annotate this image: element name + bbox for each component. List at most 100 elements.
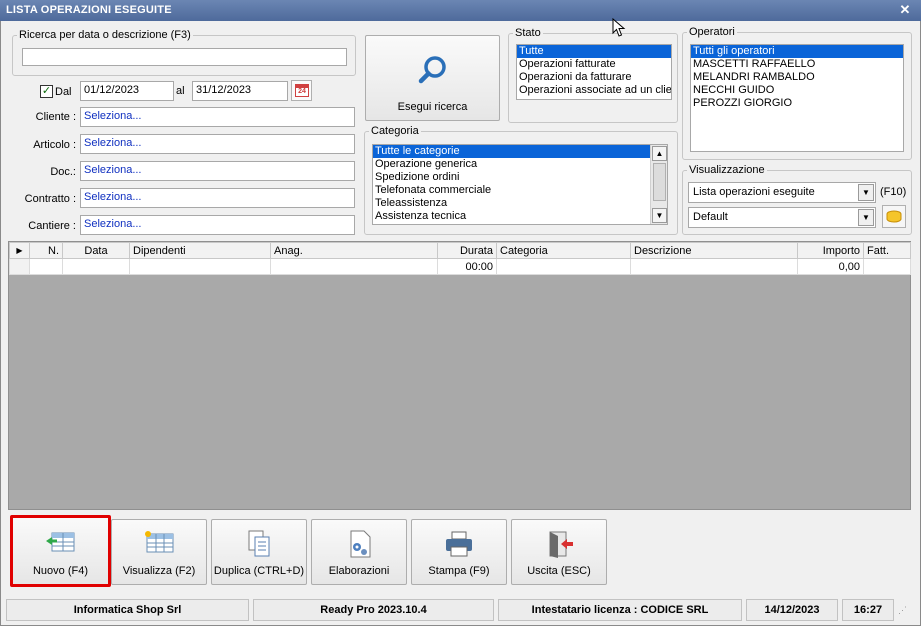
operations-grid[interactable]: ▶ N. Data Dipendenti Anag. Durata Catego… — [8, 241, 911, 510]
scroll-down-icon[interactable]: ▼ — [652, 208, 667, 223]
cell[interactable] — [62, 258, 130, 275]
dal-label: Dal — [55, 86, 72, 98]
cell[interactable] — [863, 258, 911, 275]
table-row[interactable]: 00:00 0,00 — [9, 258, 911, 275]
stato-list[interactable]: Tutte Operazioni fatturate Operazioni da… — [516, 44, 672, 100]
operatori-label: Operatori — [689, 26, 735, 38]
column-header[interactable]: Data — [62, 242, 130, 259]
status-company: Informatica Shop Srl — [6, 599, 249, 621]
operatori-item[interactable]: NECCHI GUIDO — [691, 84, 903, 97]
stato-item[interactable]: Operazioni fatturate — [517, 58, 671, 71]
cell[interactable] — [129, 258, 271, 275]
categoria-scrollbar[interactable]: ▲ ▼ — [650, 145, 667, 224]
filter-label-contratto: Contratto : — [24, 193, 76, 205]
calendar-icon: 24 — [295, 84, 309, 97]
magnifier-icon — [418, 56, 446, 84]
filter-label-cliente: Cliente : — [35, 111, 76, 123]
dal-checkbox[interactable]: ✓ — [40, 85, 53, 98]
layout-select-value: Default — [693, 211, 728, 223]
layout-select[interactable]: Default ▼ — [688, 207, 876, 228]
filter-label-articolo: Articolo : — [33, 139, 76, 151]
view-select-value: Lista operazioni eseguite — [693, 186, 815, 198]
status-bar: Informatica Shop Srl Ready Pro 2023.10.4… — [6, 599, 915, 621]
cell[interactable]: 0,00 — [797, 258, 864, 275]
column-header[interactable]: Dipendenti — [129, 242, 271, 259]
cell[interactable] — [29, 258, 63, 275]
categoria-item[interactable]: Assistenza tecnica — [373, 210, 667, 223]
scroll-up-icon[interactable]: ▲ — [652, 146, 667, 161]
column-header[interactable]: Fatt. — [863, 242, 911, 259]
articolo-field[interactable]: Seleziona... — [80, 134, 355, 154]
calendar-icon-day: 24 — [298, 88, 306, 95]
operatori-item[interactable]: PEROZZI GIORGIO — [691, 97, 903, 110]
cell[interactable] — [630, 258, 798, 275]
contratto-field[interactable]: Seleziona... — [80, 188, 355, 208]
scroll-thumb[interactable] — [653, 163, 666, 201]
operatori-item[interactable]: MASCETTI RAFFAELLO — [691, 58, 903, 71]
search-group-label: Ricerca per data o descrizione (F3) — [19, 29, 191, 41]
cliente-field[interactable]: Seleziona... — [80, 107, 355, 127]
duplicate-button[interactable]: Duplica (CTRL+D) — [211, 519, 307, 585]
cell[interactable] — [270, 258, 438, 275]
categoria-label: Categoria — [371, 125, 419, 137]
categoria-item[interactable]: Spedizione ordini — [373, 171, 667, 184]
row-indicator-icon: ▶ — [9, 242, 30, 259]
execute-search-button[interactable]: Esegui ricerca — [365, 35, 500, 121]
cell[interactable] — [496, 258, 631, 275]
view-shortcut: (F10) — [880, 186, 907, 198]
chevron-down-icon[interactable]: ▼ — [858, 209, 874, 226]
chevron-down-icon[interactable]: ▼ — [858, 184, 874, 201]
status-version: Ready Pro 2023.10.4 — [253, 599, 494, 621]
database-icon — [886, 210, 902, 223]
date-from-field[interactable]: 01/12/2023 — [80, 81, 174, 101]
close-icon[interactable]: ✕ — [897, 2, 913, 18]
categoria-item[interactable]: Tutte le categorie — [373, 145, 650, 158]
print-button[interactable]: Stampa (F9) — [411, 519, 507, 585]
date-to-field[interactable]: 31/12/2023 — [192, 81, 288, 101]
view-button[interactable]: Visualizza (F2) — [111, 519, 207, 585]
view-icon — [145, 531, 174, 553]
execute-search-label: Esegui ricerca — [397, 101, 468, 113]
cell[interactable]: 00:00 — [437, 258, 497, 275]
stato-item[interactable]: Operazioni associate ad un clien — [517, 84, 671, 97]
categoria-list[interactable]: Tutte le categorie Operazione generica S… — [372, 144, 668, 225]
title-bar: LISTA OPERAZIONI ESEGUITE ✕ — [0, 0, 921, 21]
stato-item[interactable]: Tutte — [517, 45, 671, 58]
exit-label: Uscita (ESC) — [527, 565, 591, 577]
al-label: al — [176, 85, 185, 97]
filter-label-cantiere: Cantiere : — [28, 220, 76, 232]
categoria-item[interactable]: Telefonata commerciale — [373, 184, 667, 197]
status-license: Intestatario licenza : CODICE SRL — [498, 599, 742, 621]
column-header[interactable]: Anag. — [270, 242, 438, 259]
categoria-item[interactable]: Operazione generica — [373, 158, 667, 171]
view-select[interactable]: Lista operazioni eseguite ▼ — [688, 182, 876, 203]
operatori-item[interactable]: Tutti gli operatori — [691, 45, 903, 58]
new-button[interactable]: Nuovo (F4) — [10, 515, 111, 587]
exit-button[interactable]: Uscita (ESC) — [511, 519, 607, 585]
process-button[interactable]: Elaborazioni — [311, 519, 407, 585]
column-header[interactable]: Categoria — [496, 242, 631, 259]
doc-field[interactable]: Seleziona... — [80, 161, 355, 181]
new-icon — [45, 532, 74, 552]
calendar-button[interactable]: 24 — [291, 80, 312, 101]
operations-table: ▶ N. Data Dipendenti Anag. Durata Catego… — [9, 242, 911, 275]
column-header[interactable]: Descrizione — [630, 242, 798, 259]
column-header[interactable]: Importo — [797, 242, 864, 259]
categoria-item[interactable]: Teleassistenza — [373, 197, 667, 210]
view-label: Visualizza (F2) — [122, 565, 196, 577]
column-header[interactable]: N. — [29, 242, 63, 259]
cantiere-field[interactable]: Seleziona... — [80, 215, 355, 235]
column-header[interactable]: Durata — [437, 242, 497, 259]
duplicate-label: Duplica (CTRL+D) — [213, 565, 305, 577]
search-input[interactable] — [22, 48, 347, 66]
exit-icon — [549, 531, 573, 558]
process-icon — [350, 530, 371, 558]
layout-settings-button[interactable] — [882, 205, 906, 228]
printer-icon — [446, 531, 472, 557]
operatori-item[interactable]: MELANDRI RAMBALDO — [691, 71, 903, 84]
status-date: 14/12/2023 — [746, 599, 838, 621]
resize-grip-icon[interactable]: ⋰ — [898, 605, 907, 616]
operatori-list[interactable]: Tutti gli operatori MASCETTI RAFFAELLO M… — [690, 44, 904, 152]
stato-item[interactable]: Operazioni da fatturare — [517, 71, 671, 84]
stato-label: Stato — [515, 27, 541, 39]
